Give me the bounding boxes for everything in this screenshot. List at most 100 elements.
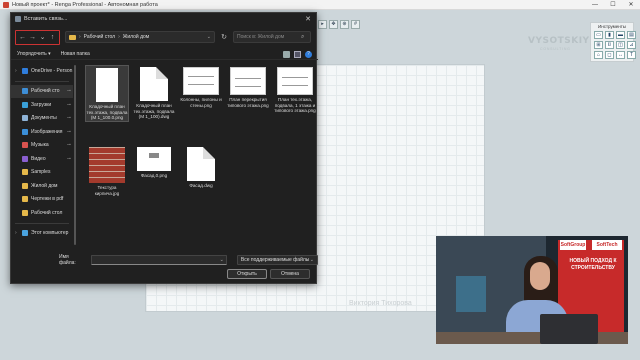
file-name: План тех.этажа, подвала, 1 этажа и типов… [274, 97, 316, 114]
open-button[interactable]: Открыть [227, 269, 267, 279]
pan-tool-icon[interactable]: ✥ [329, 19, 338, 29]
cancel-button[interactable]: Отмена [270, 269, 310, 279]
chevron-right-icon[interactable]: › [15, 68, 19, 74]
file-list: Кладочный план тех.этажа, подвала (М 1_1… [83, 65, 316, 250]
banner-slogan: НОВЫЙ ПОДХОД К СТРОИТЕЛЬСТВУ [569, 258, 617, 271]
sidebar-item-label: Рабочий сто [31, 88, 60, 95]
grid-tool-icon[interactable]: # [351, 19, 360, 29]
forward-arrow-icon[interactable]: → [28, 33, 37, 42]
search-input[interactable] [237, 34, 301, 40]
navigation-bar: ← → ⌄ ↑ › Рабочий стол › Жилой дом ⌄ ↻ ⌕ [11, 28, 318, 46]
column-tool-icon[interactable]: ▮ [605, 31, 614, 39]
address-bar[interactable]: › Рабочий стол › Жилой дом ⌄ [65, 31, 215, 43]
stair-tool-icon[interactable]: ⊿ [627, 41, 636, 49]
wall-tool-icon[interactable]: ▭ [594, 31, 603, 39]
file-name: Колонны, пилоны и стены.png [180, 97, 222, 108]
dialog-close-button[interactable]: ✕ [300, 15, 316, 23]
view-options-icon[interactable] [283, 50, 290, 58]
chevron-down-icon[interactable]: ⌄ [207, 34, 211, 40]
file-item[interactable]: Кладочный план тех.этажа, подвала (М 1_1… [85, 65, 129, 122]
file-type-filter[interactable]: Все поддерживаемые файлы ⌄ [236, 255, 318, 265]
select-tool-icon[interactable]: ▸ [318, 19, 327, 29]
sidebar-divider [15, 80, 69, 82]
sidebar-item-pictures[interactable]: Изображения ⊸ [11, 125, 73, 139]
sidebar-item-pdf-drawings[interactable]: Чертежи в pdf [11, 193, 73, 207]
refresh-icon[interactable]: ↻ [218, 31, 230, 43]
document-icon [22, 115, 28, 122]
filename-row: Имя файла: ⌄ Все поддерживаемые файлы ⌄ [11, 254, 318, 266]
sidebar-item-video[interactable]: Видео ⊸ [11, 152, 73, 166]
recent-chevron-icon[interactable]: ⌄ [38, 33, 47, 42]
tools-panel-title: Инструменты [597, 24, 627, 29]
sidebar-item-music[interactable]: Музыка ⊸ [11, 139, 73, 153]
maximize-button[interactable]: ☐ [604, 0, 622, 10]
sidebar-item-label: Рабочий стол [31, 209, 63, 216]
tools-panel: Инструменты ▭ ▮ ▬ ▤ ⊞ ⌷ ◫ ⊿ ⌂ ◻ ↔ T [590, 22, 636, 62]
breadcrumb-desktop[interactable]: Рабочий стол [84, 34, 115, 40]
file-name: Текстура кирпича.jpg [94, 185, 120, 196]
sidebar-scrollbar[interactable] [74, 65, 76, 245]
filename-label: Имя файла: [59, 254, 76, 266]
organize-button[interactable]: Упорядочить ▾ [17, 51, 51, 57]
filename-input[interactable] [91, 257, 220, 263]
sidebar-item-this-pc[interactable]: › Этот компьютер [11, 227, 73, 241]
roof-tool-icon[interactable]: ⌂ [594, 51, 603, 59]
breadcrumb-house[interactable]: Жилой дом [123, 34, 149, 40]
minimize-button[interactable]: — [586, 0, 604, 10]
sidebar-item-desktop-folder[interactable]: Рабочий стол [11, 206, 73, 220]
text-tool-icon[interactable]: T [627, 51, 636, 59]
sidebar-divider [15, 222, 69, 224]
help-icon[interactable]: ? [305, 50, 312, 58]
sidebar-item-label: Видео [31, 155, 46, 162]
chevron-down-icon[interactable]: ⌄ [220, 257, 224, 263]
sidebar-item-label: Этот компьютер [31, 230, 69, 237]
app-title: Новый проект* - Renga Professional - Авт… [12, 1, 158, 8]
new-folder-button[interactable]: Новая папка [61, 51, 90, 57]
chevron-right-icon: › [79, 34, 81, 40]
file-item[interactable]: Колонны, пилоны и стены.png [179, 65, 223, 108]
file-name: План перекрытия типового этажа.png [227, 97, 269, 108]
sidebar-item-house[interactable]: Жилой дом [11, 179, 73, 193]
sidebar-item-documents[interactable]: Документы ⊸ [11, 112, 73, 126]
file-item[interactable]: Фасад.0.png [132, 145, 176, 179]
sidebar-item-label: Документы [31, 115, 57, 122]
up-arrow-icon[interactable]: ↑ [48, 33, 57, 42]
pin-icon: ⊸ [66, 155, 71, 162]
dialog-buttons: Открыть Отмена [11, 269, 318, 281]
folder-icon [69, 34, 76, 40]
file-item[interactable]: Текстура кирпича.jpg [85, 145, 129, 196]
folder-icon [22, 169, 28, 176]
close-window-button[interactable]: ✕ [622, 0, 640, 10]
window-tool-icon[interactable]: ⊞ [594, 41, 603, 49]
sidebar-item-desktop[interactable]: Рабочий сто ⊸ [11, 84, 73, 98]
file-item[interactable]: Кладочный план тех.этажа, подвала (М 1_1… [132, 65, 176, 120]
file-item[interactable]: План перекрытия типового этажа.png [226, 65, 270, 108]
sidebar-item-onedrive[interactable]: › OneDrive - Person [11, 64, 73, 78]
chevron-right-icon: › [118, 34, 120, 40]
filename-combobox[interactable]: ⌄ [90, 255, 227, 265]
cloud-icon [22, 67, 28, 74]
sidebar-item-samples[interactable]: Samples [11, 166, 73, 180]
dimension-tool-icon[interactable]: ↔ [616, 51, 625, 59]
sidebar-item-label: Музыка [31, 142, 49, 149]
sidebar-item-label: Жилой дом [31, 182, 58, 189]
slab-tool-icon[interactable]: ▤ [627, 31, 636, 39]
banner-logo-right: SoftTech [592, 240, 622, 250]
beam-tool-icon[interactable]: ▬ [616, 31, 625, 39]
file-item[interactable]: План тех.этажа, подвала, 1 этажа и типов… [273, 65, 317, 114]
chevron-right-icon[interactable]: › [15, 230, 19, 236]
door-tool-icon[interactable]: ⌷ [605, 41, 614, 49]
sidebar-item-downloads[interactable]: Загрузки ⊸ [11, 98, 73, 112]
file-item[interactable]: Фасад.dwg [179, 145, 223, 189]
computer-icon [22, 230, 28, 237]
search-box[interactable]: ⌕ [233, 31, 311, 43]
pin-icon: ⊸ [66, 101, 71, 108]
room-tool-icon[interactable]: ◫ [616, 41, 625, 49]
sidebar-item-label: Samples [31, 169, 51, 176]
opening-tool-icon[interactable]: ◻ [605, 51, 614, 59]
zoom-tool-icon[interactable]: ⊕ [340, 19, 349, 29]
back-arrow-icon[interactable]: ← [18, 33, 27, 42]
brick-texture-thumbnail [89, 147, 125, 183]
preview-pane-icon[interactable] [294, 50, 301, 58]
chevron-down-icon: ⌄ [309, 257, 314, 263]
